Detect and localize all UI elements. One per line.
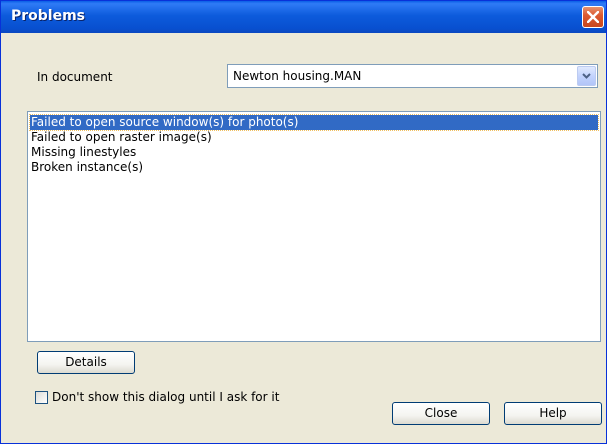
dont-show-checkbox[interactable] — [35, 391, 48, 404]
document-dropdown-value: Newton housing.MAN — [233, 69, 362, 83]
list-item[interactable]: Missing linestyles — [30, 145, 598, 160]
close-icon — [587, 11, 599, 23]
title-bar[interactable]: Problems — [1, 1, 606, 33]
help-button[interactable]: Help — [504, 402, 602, 425]
in-document-label: In document — [37, 70, 113, 84]
list-item[interactable]: Failed to open raster image(s) — [30, 130, 598, 145]
details-button[interactable]: Details — [37, 351, 135, 374]
close-button[interactable]: Close — [392, 402, 490, 425]
list-item[interactable]: Failed to open source window(s) for phot… — [29, 114, 599, 131]
chevron-down-icon — [582, 73, 591, 79]
dropdown-arrow-button[interactable] — [577, 66, 596, 86]
document-dropdown[interactable]: Newton housing.MAN — [227, 64, 598, 88]
problems-dialog: Problems In document Newton housing.MAN … — [0, 0, 607, 444]
dont-show-label[interactable]: Don't show this dialog until I ask for i… — [52, 390, 279, 404]
list-item[interactable]: Broken instance(s) — [30, 160, 598, 175]
dialog-title: Problems — [11, 8, 86, 24]
problems-list[interactable]: Failed to open source window(s) for phot… — [27, 111, 601, 342]
title-close-button[interactable] — [582, 6, 604, 28]
